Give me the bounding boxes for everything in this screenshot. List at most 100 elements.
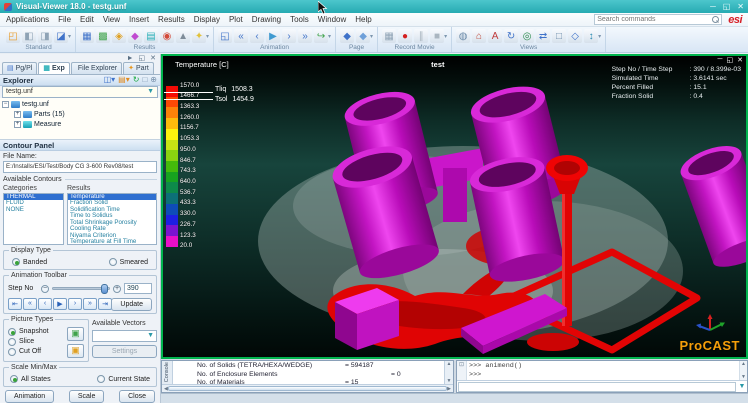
toolbar-overflow-icon[interactable]: ▾ — [444, 33, 447, 43]
minimize-button[interactable]: ─ — [710, 0, 716, 13]
toolbar-overflow-icon[interactable]: ▾ — [598, 33, 601, 43]
model-selector-combo[interactable]: testg.unf ▼ — [2, 86, 158, 98]
film-icon[interactable]: ▦ — [382, 29, 396, 43]
report-icon[interactable]: ▲ — [176, 29, 190, 43]
fast-rewind-button[interactable]: « — [23, 298, 37, 310]
prev-frame-icon[interactable]: ‹ — [250, 29, 264, 43]
section-cut-icon[interactable]: ◆ — [128, 29, 142, 43]
toolbar-overflow-icon[interactable]: ▾ — [328, 33, 331, 43]
result-item[interactable]: Temperature at Fill Time — [68, 239, 156, 245]
paste-icon[interactable]: ◪ — [54, 29, 68, 43]
float-panel-icon[interactable]: ► — [127, 55, 134, 62]
chevron-down-icon[interactable]: ▼ — [737, 383, 747, 390]
scale-radio[interactable]: Current State — [97, 375, 150, 384]
picture-type-radio[interactable]: Snapshot — [8, 327, 67, 337]
expand-icon[interactable]: ⊕ — [150, 75, 157, 85]
play-button[interactable]: ▶ — [53, 298, 67, 310]
pan-icon[interactable]: ⇄ — [536, 29, 550, 43]
dock-panel-icon[interactable]: ◱ — [139, 54, 146, 62]
step-back-button[interactable]: ‹ — [38, 298, 52, 310]
sidebar-tab[interactable]: ▤ Pg/Pl — [2, 62, 37, 74]
new-page-icon[interactable]: □ — [142, 75, 147, 85]
viewport-minimize-icon[interactable]: ─ — [718, 56, 723, 64]
orbit-icon[interactable]: ◎ — [520, 29, 534, 43]
menu-item[interactable]: Tools — [290, 15, 309, 24]
last-step-button[interactable]: ⇥ — [98, 298, 112, 310]
export-animation-icon[interactable]: ↪ — [314, 29, 328, 43]
shaded-view-icon[interactable]: ◍ — [456, 29, 470, 43]
rotate-view-icon[interactable]: ↻ — [504, 29, 518, 43]
search-input[interactable] — [597, 16, 712, 23]
animate-setup-icon[interactable]: ◱ — [218, 29, 232, 43]
next-page-icon[interactable]: ◆ — [356, 29, 370, 43]
open-model-icon[interactable]: ◰ — [6, 29, 20, 43]
menu-item[interactable]: Applications — [6, 15, 49, 24]
console-vertical-scrollbar[interactable]: ▲▼ — [444, 361, 453, 384]
contour-icon[interactable]: ▦ — [80, 29, 94, 43]
zoom-window-icon[interactable]: □ — [552, 29, 566, 43]
sidebar-tab[interactable]: ✦ Part — [123, 62, 154, 74]
snapshot-image-button[interactable]: ▣ — [67, 327, 84, 341]
last-frame-icon[interactable]: » — [298, 29, 312, 43]
refresh-icon[interactable]: ↻ — [133, 75, 140, 85]
step-value-field[interactable] — [124, 283, 152, 294]
menu-item[interactable]: Help — [355, 15, 371, 24]
first-step-button[interactable]: ⇤ — [8, 298, 22, 310]
fast-forward-button[interactable]: » — [83, 298, 97, 310]
menu-item[interactable]: Window — [318, 15, 346, 24]
menu-item[interactable]: Plot — [229, 15, 243, 24]
close-panel-button[interactable]: Close — [119, 390, 155, 403]
play-icon[interactable]: ▶ — [266, 29, 280, 43]
zoom-icon[interactable]: ↕ — [584, 29, 598, 43]
tree-item-parts[interactable]: + Parts (15) — [2, 110, 158, 120]
toolbar-overflow-icon[interactable]: ▾ — [68, 33, 71, 43]
close-panel-icon[interactable]: ✕ — [150, 54, 156, 62]
console-horizontal-scrollbar[interactable]: ◀▶ — [162, 384, 453, 392]
step-forward-button[interactable]: › — [68, 298, 82, 310]
view-orientation-icon[interactable]: ⌂ — [472, 29, 486, 43]
3d-viewport[interactable]: Temperature [C] test ─ ◱ ✕ Step No / Tim… — [161, 54, 748, 359]
sort-icon[interactable]: ▤▾ — [118, 75, 130, 85]
scale-button[interactable]: Scale — [69, 390, 105, 403]
probe-icon[interactable]: ◉ — [160, 29, 174, 43]
shell-command-input[interactable] — [458, 382, 736, 392]
stop-icon[interactable]: ■ — [430, 29, 444, 43]
sidebar-tab[interactable]: ▦ Exp — [38, 62, 69, 74]
menu-item[interactable]: Edit — [80, 15, 94, 24]
vectors-combo[interactable]: ▼ — [92, 330, 157, 342]
maximize-button[interactable]: ◱ — [723, 0, 731, 13]
vector-plot-icon[interactable]: ◈ — [112, 29, 126, 43]
tree-item-measure[interactable]: + Measure — [2, 120, 158, 130]
first-frame-icon[interactable]: « — [234, 29, 248, 43]
scale-radio[interactable]: All States — [10, 375, 51, 384]
picture-type-radio[interactable]: Slice — [8, 337, 67, 347]
step-increment-icon[interactable]: + — [113, 285, 121, 293]
menu-item[interactable]: Drawing — [252, 15, 281, 24]
menu-item[interactable]: File — [58, 15, 71, 24]
copy-icon[interactable]: ◨ — [38, 29, 52, 43]
banded-contour-icon[interactable]: ▩ — [96, 29, 110, 43]
tree-expander-icon[interactable]: + — [14, 121, 21, 128]
menu-item[interactable]: Display — [194, 15, 220, 24]
display-mode-icon[interactable]: ◫▾ — [104, 75, 116, 85]
display-type-radio[interactable]: Banded — [12, 258, 47, 267]
viewport-restore-icon[interactable]: ◱ — [727, 56, 734, 64]
tree-item-root[interactable]: − testg.unf — [2, 100, 158, 110]
viewport-close-icon[interactable]: ✕ — [737, 56, 743, 64]
prev-page-icon[interactable]: ◆ — [340, 29, 354, 43]
file-name-field[interactable] — [3, 161, 157, 173]
slider-thumb[interactable] — [101, 284, 108, 294]
display-type-radio[interactable]: Smeared — [109, 258, 148, 267]
console-tab[interactable]: Console — [162, 361, 173, 384]
update-button[interactable]: Update — [111, 298, 152, 311]
cut-icon[interactable]: ◧ — [22, 29, 36, 43]
step-slider[interactable] — [52, 287, 110, 290]
step-decrement-icon[interactable]: − — [41, 285, 49, 293]
tree-expander-icon[interactable]: + — [14, 111, 21, 118]
menu-item[interactable]: View — [103, 15, 120, 24]
record-icon[interactable]: ● — [398, 29, 412, 43]
palette-icon[interactable]: ▤ — [144, 29, 158, 43]
picture-type-radio[interactable]: Cut Off — [8, 347, 67, 357]
toolbar-overflow-icon[interactable]: ▾ — [206, 33, 209, 43]
tree-expander-icon[interactable]: − — [2, 101, 9, 108]
